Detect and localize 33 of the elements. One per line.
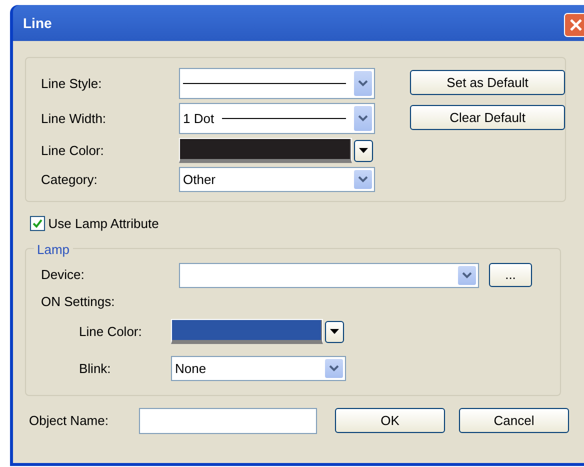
field-label: Line Color: bbox=[41, 142, 105, 160]
field-label: Line Color: bbox=[79, 322, 143, 341]
checkbox[interactable] bbox=[30, 216, 45, 232]
dropdown-button[interactable] bbox=[354, 140, 373, 162]
close-icon[interactable] bbox=[564, 13, 584, 37]
combo-value: None bbox=[175, 360, 206, 378]
caret-icon bbox=[330, 329, 339, 334]
device-combo[interactable] bbox=[179, 262, 479, 288]
dropdown[interactable]: None bbox=[171, 356, 346, 381]
field-label: Line Style: bbox=[41, 74, 103, 93]
field-label: Blink: bbox=[79, 360, 112, 378]
line-combo[interactable]: 1 Dot bbox=[179, 103, 375, 134]
checkbox-label: Use Lamp Attribute bbox=[48, 215, 159, 233]
action-button[interactable]: Clear Default bbox=[410, 105, 565, 130]
combo-value: Other bbox=[183, 170, 216, 189]
action-button[interactable]: Set as Default bbox=[410, 70, 565, 95]
field-label: Object Name: bbox=[29, 412, 110, 430]
dropdown-button[interactable] bbox=[325, 320, 344, 342]
dialog-button[interactable]: Cancel bbox=[459, 408, 569, 433]
dialog-button[interactable]: OK bbox=[335, 408, 445, 433]
window-title: Line bbox=[23, 14, 52, 32]
dropdown[interactable]: Other bbox=[179, 167, 375, 192]
object-name-field[interactable] bbox=[139, 408, 317, 434]
field-label: Device: bbox=[41, 266, 86, 284]
color-swatch[interactable] bbox=[171, 319, 323, 344]
field-label: Category: bbox=[41, 170, 98, 189]
combo-value: 1 Dot bbox=[183, 110, 214, 128]
section-label: ON Settings: bbox=[41, 292, 116, 311]
line-combo[interactable] bbox=[179, 68, 375, 99]
field-label: Line Width: bbox=[41, 110, 108, 128]
browse-button[interactable]: ... bbox=[489, 263, 532, 287]
color-swatch[interactable] bbox=[179, 138, 352, 163]
caret-icon bbox=[359, 148, 368, 153]
